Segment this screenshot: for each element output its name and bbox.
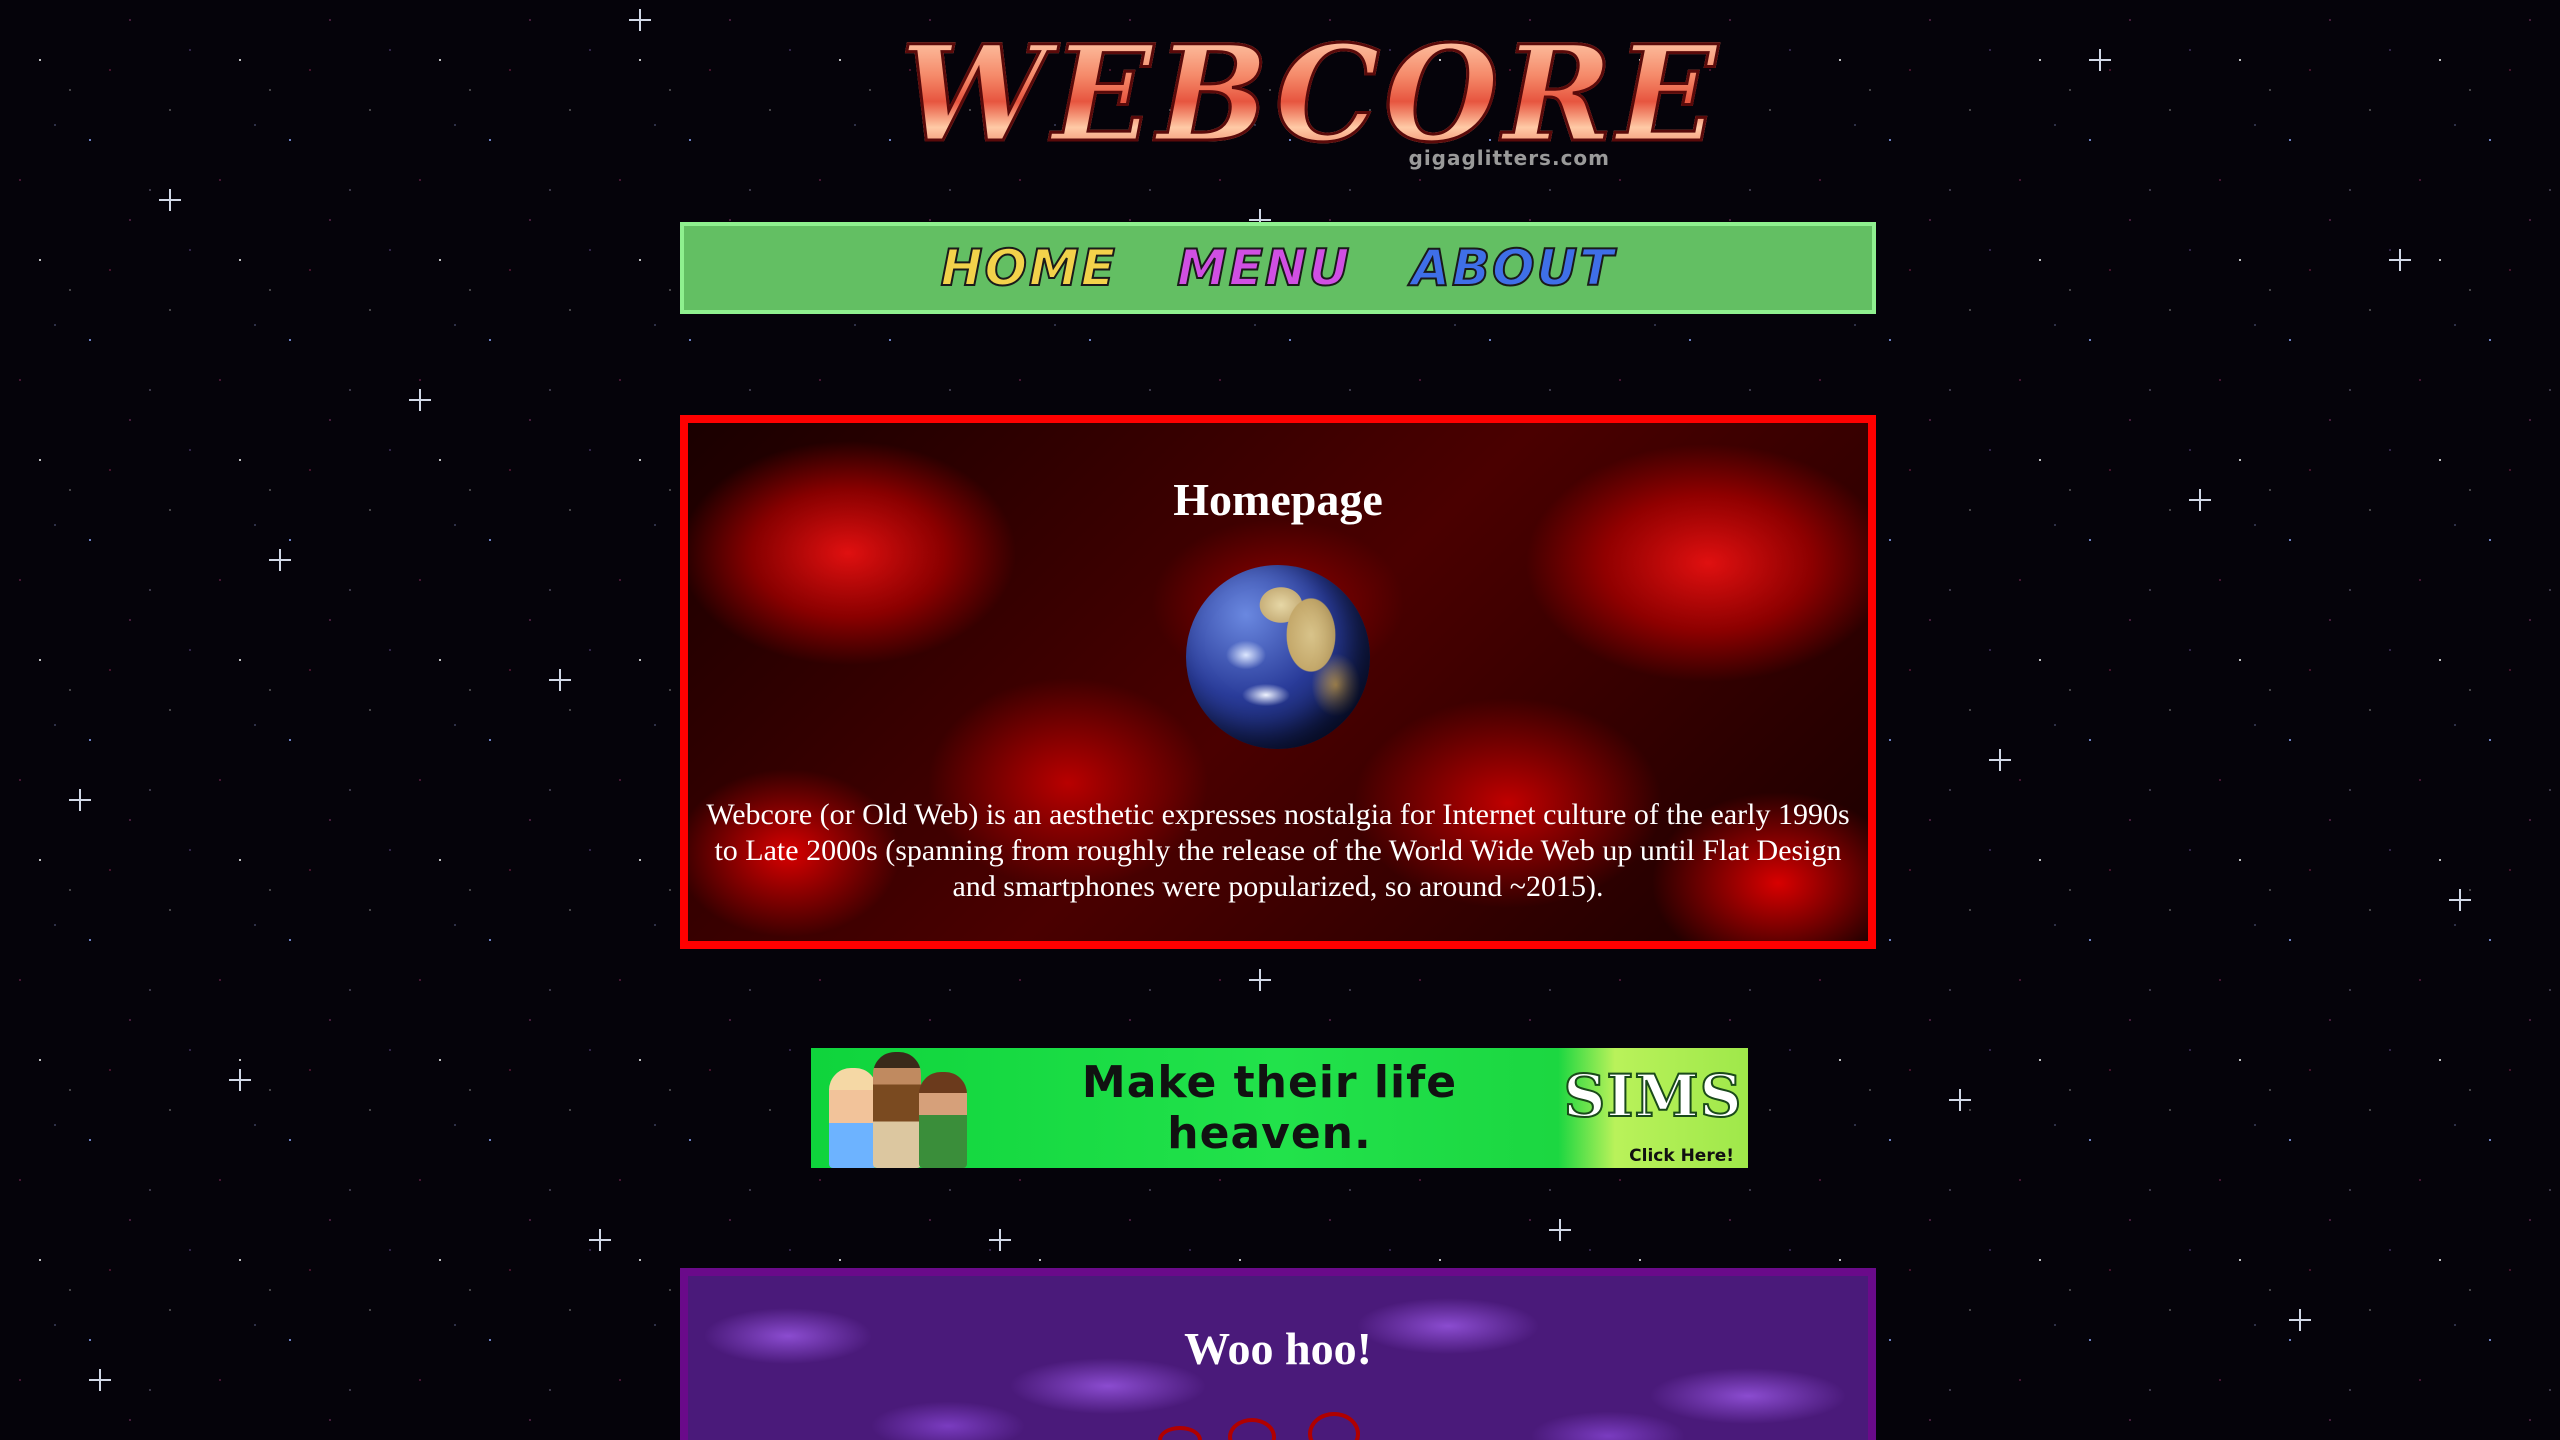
nav-about-link[interactable]: ABOUT (1410, 238, 1615, 298)
ad-character (919, 1072, 967, 1168)
ad-click-here[interactable]: Click Here! (1558, 1146, 1734, 1166)
sparkle-icon (409, 389, 431, 411)
homepage-title: Homepage (1173, 474, 1383, 525)
sparkle-icon (1989, 749, 2011, 771)
sparkle-icon (1249, 969, 1271, 991)
sparkle-icon (2389, 249, 2411, 271)
homepage-section: Homepage Webcore (or Old Web) is an aest… (680, 415, 1876, 949)
sims-ad-banner[interactable]: Make their life heaven. SIMS Click Here! (811, 1048, 1748, 1168)
ad-character (829, 1068, 877, 1168)
sparkle-icon (549, 669, 571, 691)
ad-logo-block: SIMS Click Here! (1558, 1048, 1748, 1168)
nav-menu-link[interactable]: MENU (1176, 238, 1351, 298)
sparkle-icon (2189, 489, 2211, 511)
sparkle-icon (629, 9, 651, 31)
homepage-description: Webcore (or Old Web) is an aesthetic exp… (706, 798, 1850, 903)
woo-hoo-section: Woo hoo! (680, 1268, 1876, 1440)
sparkle-icon (69, 789, 91, 811)
sparkle-icon (2089, 49, 2111, 71)
globe-icon (1186, 565, 1370, 749)
ad-slogan: Make their life heaven. (1081, 1057, 1458, 1159)
woo-hoo-title: Woo hoo! (1184, 1323, 1372, 1374)
logo-credit: gigaglitters.com (1408, 146, 1610, 170)
logo-text: WEBCORE (898, 17, 1722, 172)
sparkle-icon (2449, 889, 2471, 911)
rose-decoration (1138, 1412, 1418, 1440)
ad-character (873, 1052, 921, 1168)
sims-logo: SIMS (1562, 1061, 1743, 1131)
site-logo: WEBCORE gigaglitters.com (898, 27, 1718, 180)
sparkle-icon (989, 1229, 1011, 1251)
sparkle-icon (2289, 1309, 2311, 1331)
sparkle-icon (89, 1369, 111, 1391)
ad-characters-image (811, 1048, 981, 1168)
sparkle-icon (589, 1229, 611, 1251)
sparkle-icon (1549, 1219, 1571, 1241)
sparkle-icon (159, 189, 181, 211)
nav-bar: HOME MENU ABOUT (680, 222, 1876, 314)
nav-home-link[interactable]: HOME (940, 238, 1117, 298)
sparkle-icon (229, 1069, 251, 1091)
sparkle-icon (1949, 1089, 1971, 1111)
sparkle-icon (269, 549, 291, 571)
